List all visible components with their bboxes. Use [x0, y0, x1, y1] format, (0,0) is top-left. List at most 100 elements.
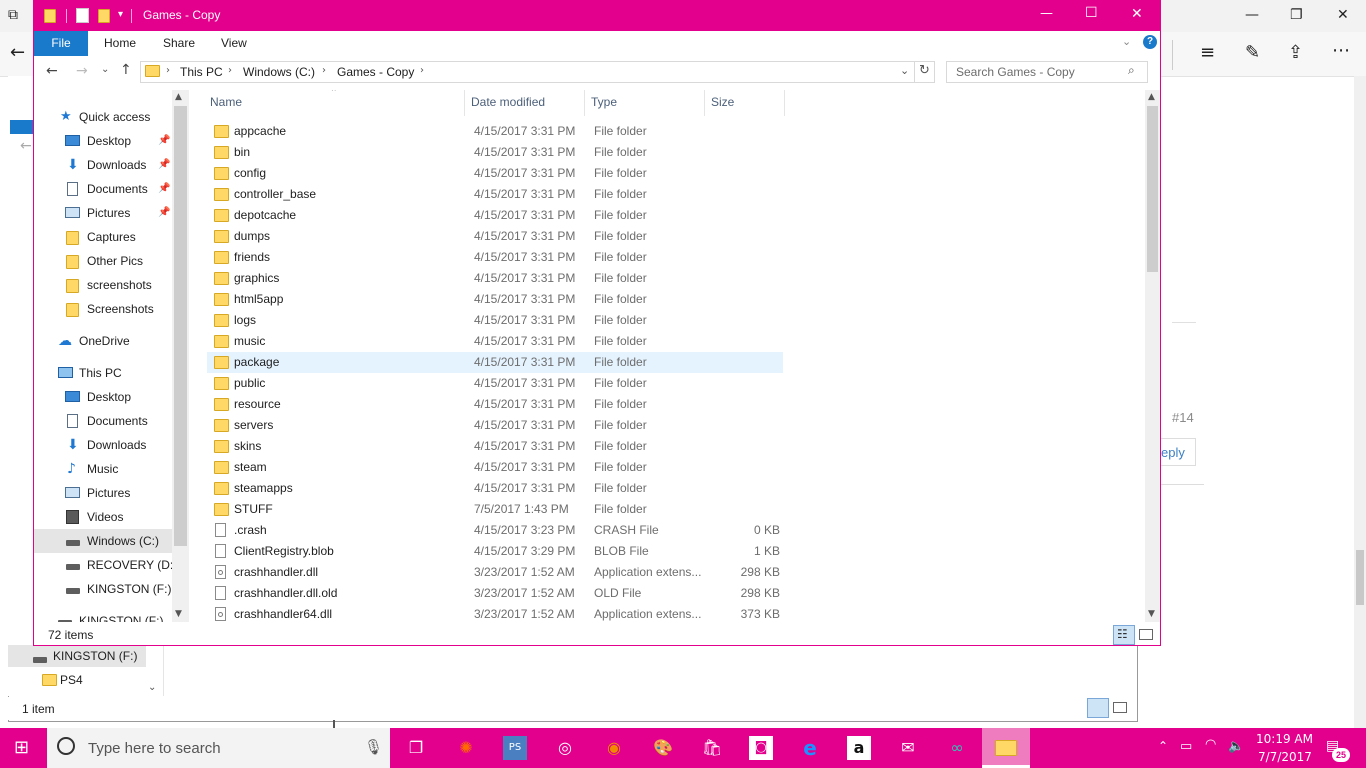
tab-view[interactable]: View [221, 36, 247, 50]
nav-item-documents[interactable]: Documents [34, 409, 172, 433]
column-divider[interactable] [704, 90, 705, 116]
show-hidden-icons-icon[interactable]: ⌃ [1158, 739, 1168, 753]
reply-button[interactable]: eply [1160, 438, 1196, 466]
column-header-type[interactable]: Type [591, 95, 617, 109]
task-view-icon[interactable]: ❐ [404, 736, 428, 760]
minimize-icon[interactable]: — [1040, 6, 1053, 21]
behind-scroll-down-icon[interactable]: ⌄ [148, 682, 156, 693]
table-row[interactable]: html5app 4/15/2017 3:31 PM File folder [207, 289, 783, 310]
nav-item-onedrive[interactable]: ☁ OneDrive [34, 329, 172, 353]
table-row[interactable]: friends 4/15/2017 3:31 PM File folder [207, 247, 783, 268]
clock-date[interactable]: 7/7/2017 [1258, 750, 1312, 764]
nav-item-pictures[interactable]: Pictures [34, 481, 172, 505]
search-icon[interactable]: ⌕ [1128, 63, 1135, 78]
refresh-icon[interactable]: ↻ [919, 63, 930, 78]
windows-start-icon[interactable]: ⊞ [14, 737, 29, 758]
help-icon[interactable]: ? [1143, 35, 1157, 49]
nav-item-screenshots-lower[interactable]: screenshots [34, 273, 172, 297]
table-row[interactable]: crashhandler64.dll 3/23/2017 1:52 AM Appli… [207, 604, 783, 622]
nav-item-other-pics[interactable]: Other Pics [34, 249, 172, 273]
column-divider[interactable] [464, 90, 465, 116]
table-row[interactable]: dumps 4/15/2017 3:31 PM File folder [207, 226, 783, 247]
microphone-icon[interactable]: 🎙 [364, 738, 383, 756]
details-view-button[interactable]: ☷ [1113, 625, 1135, 645]
tab-home[interactable]: Home [104, 36, 136, 50]
breadcrumb-chevron-icon[interactable]: › [322, 65, 326, 76]
clock-time[interactable]: 10:19 AM [1256, 732, 1313, 746]
tab-file[interactable]: File [34, 31, 88, 56]
origin-app-icon[interactable]: ✺ [454, 736, 478, 760]
breadcrumb-games-copy[interactable]: Games - Copy [337, 65, 414, 79]
breadcrumb-chevron-icon[interactable]: › [420, 65, 424, 76]
recent-locations-icon[interactable]: ⌄ [101, 64, 109, 75]
up-icon[interactable]: ↑ [120, 62, 132, 78]
breadcrumb-windows-c[interactable]: Windows (C:) [243, 65, 315, 79]
nav-scrollbar-thumb[interactable] [174, 106, 187, 546]
breadcrumb-chevron-icon[interactable]: › [166, 65, 170, 76]
nav-item-music[interactable]: ♪ Music [34, 457, 172, 481]
nav-item-pictures-pinned[interactable]: Pictures 📌 [34, 201, 172, 225]
tab-switch-icon[interactable]: ⧉ [8, 7, 18, 23]
behind-large-icons-button[interactable] [1113, 702, 1127, 713]
breadcrumb-chevron-icon[interactable]: › [228, 65, 232, 76]
blender-icon[interactable]: ◉ [602, 736, 626, 760]
bg-restore-icon[interactable]: ❐ [1290, 7, 1303, 23]
store-icon[interactable]: 🛍 [700, 736, 724, 760]
table-row[interactable]: music 4/15/2017 3:31 PM File folder [207, 331, 783, 352]
nav-item-windows-c[interactable]: Windows (C:) [34, 529, 172, 553]
nav-item-documents-pinned[interactable]: Documents 📌 [34, 177, 172, 201]
battery-icon[interactable]: ▭ [1180, 739, 1192, 754]
bg-minimize-icon[interactable]: — [1245, 7, 1259, 23]
table-row[interactable]: config 4/15/2017 3:31 PM File folder [207, 163, 783, 184]
scroll-up-icon[interactable]: ▲ [1148, 92, 1155, 102]
table-row[interactable]: servers 4/15/2017 3:31 PM File folder [207, 415, 783, 436]
behind-details-view-button[interactable] [1087, 698, 1109, 718]
qat-dropdown-icon[interactable]: ▾ [118, 9, 123, 20]
column-divider[interactable] [784, 90, 785, 116]
nav-item-downloads[interactable]: ⬇ Downloads [34, 433, 172, 457]
table-row[interactable]: controller_base 4/15/2017 3:31 PM File fol… [207, 184, 783, 205]
table-row[interactable]: graphics 4/15/2017 3:31 PM File folder [207, 268, 783, 289]
column-header-size[interactable]: Size [711, 95, 734, 109]
bg-close-icon[interactable]: ✕ [1337, 7, 1349, 23]
edge-icon[interactable]: e [798, 736, 822, 760]
amazon-icon[interactable]: a [847, 736, 871, 760]
scroll-down-icon[interactable]: ▼ [1148, 609, 1155, 619]
column-divider[interactable] [584, 90, 585, 116]
cortana-icon[interactable] [57, 737, 75, 755]
ribbon-expand-icon[interactable]: ⌄ [1122, 35, 1131, 48]
table-row[interactable]: crashhandler.dll.old 3/23/2017 1:52 AM OLD… [207, 583, 783, 604]
maximize-icon[interactable]: ☐ [1085, 5, 1098, 21]
back-icon[interactable]: ← [46, 63, 58, 79]
nav-item-kingston-f[interactable]: KINGSTON (F:) [34, 577, 172, 601]
nav-item-recovery-d[interactable]: RECOVERY (D:) [34, 553, 172, 577]
table-row[interactable]: skins 4/15/2017 3:31 PM File folder [207, 436, 783, 457]
page-scrollbar-thumb[interactable] [1356, 550, 1364, 605]
close-icon[interactable]: ✕ [1131, 6, 1143, 22]
table-row[interactable]: appcache 4/15/2017 3:31 PM File folder [207, 121, 783, 142]
tab-share[interactable]: Share [163, 36, 195, 50]
column-header-name[interactable]: Name [210, 95, 242, 109]
address-dropdown-icon[interactable]: ⌄ [900, 64, 909, 77]
nav-item-desktop-pinned[interactable]: Desktop 📌 [34, 129, 172, 153]
nav-item-videos[interactable]: Videos [34, 505, 172, 529]
infinity-app-icon[interactable]: ∞ [945, 736, 969, 760]
forward-icon[interactable]: → [76, 63, 88, 79]
column-header-date[interactable]: Date modified [471, 95, 545, 109]
table-row[interactable]: logs 4/15/2017 3:31 PM File folder [207, 310, 783, 331]
ps-app-icon[interactable]: PS [503, 736, 527, 760]
instagram-icon[interactable]: ◙ [749, 736, 773, 760]
table-row[interactable]: depotcache 4/15/2017 3:31 PM File folder [207, 205, 783, 226]
table-row[interactable]: crashhandler.dll 3/23/2017 1:52 AM Applica… [207, 562, 783, 583]
nav-scroll-up-icon[interactable]: ▲ [175, 92, 182, 102]
table-row[interactable]: .crash 4/15/2017 3:23 PM CRASH File 0 KB [207, 520, 783, 541]
table-row[interactable]: steamapps 4/15/2017 3:31 PM File folder [207, 478, 783, 499]
wifi-icon[interactable]: ◠ [1205, 737, 1216, 752]
volume-icon[interactable]: 🔈 [1228, 739, 1244, 754]
hub-icon[interactable]: ≡ [1200, 42, 1215, 63]
table-row[interactable]: STUFF 7/5/2017 1:43 PM File folder [207, 499, 783, 520]
table-row[interactable]: steam 4/15/2017 3:31 PM File folder [207, 457, 783, 478]
nav-item-downloads-pinned[interactable]: ⬇ Downloads 📌 [34, 153, 172, 177]
share-icon[interactable]: ⇪ [1288, 42, 1303, 63]
file-list-scrollbar-thumb[interactable] [1147, 106, 1158, 272]
